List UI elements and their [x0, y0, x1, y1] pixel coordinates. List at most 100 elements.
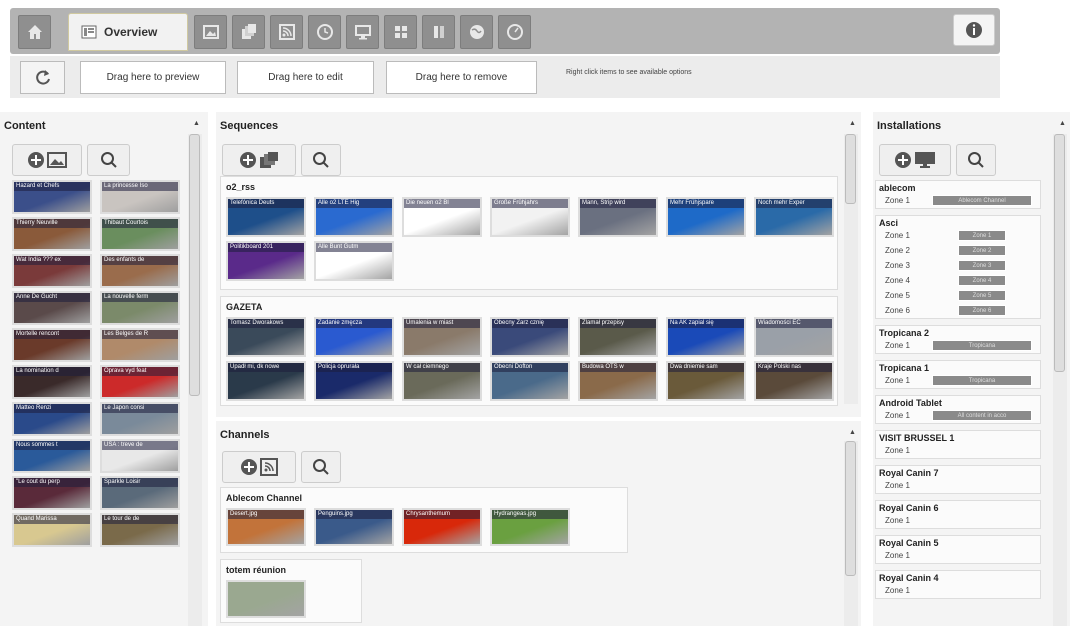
- drag-edit-zone[interactable]: Drag here to edit: [237, 61, 374, 94]
- zone-assignment[interactable]: Zone 3: [958, 260, 1006, 271]
- scroll-up-arrow[interactable]: ▲: [849, 429, 856, 436]
- media-tile[interactable]: [226, 580, 306, 618]
- media-tile[interactable]: Hazard et Chefs: [12, 180, 92, 214]
- zone-assignment[interactable]: Ablecom Channel: [932, 195, 1032, 206]
- media-tile[interactable]: Sparkle Loisir: [100, 476, 180, 510]
- installations-scrollbar[interactable]: [1053, 134, 1067, 626]
- media-tile[interactable]: Obecny Zarz cznię: [490, 317, 570, 357]
- zone-assignment[interactable]: Zone 6: [958, 305, 1006, 316]
- media-tile[interactable]: Thibaut Courtois: [100, 217, 180, 251]
- media-tile[interactable]: Zlamał przepisy: [578, 317, 658, 357]
- media-tile[interactable]: Alle Bunt Gutm: [314, 241, 394, 281]
- add-sequence-button[interactable]: [222, 144, 296, 176]
- media-tile[interactable]: W cał ciemnego: [402, 361, 482, 401]
- media-tile[interactable]: Oprava vyd feat: [100, 365, 180, 399]
- search-channel-button[interactable]: [301, 451, 341, 483]
- installation-item[interactable]: Royal Canin 5 Zone 1: [875, 535, 1041, 564]
- sequence-group[interactable]: GAZETA Tomasz Dworakows Zadanie zmęcza Umal…: [220, 296, 838, 406]
- tab-clock[interactable]: [308, 15, 341, 49]
- channel-group[interactable]: Ablecom Channel Desert.jpg Penguins.jpg Chr…: [220, 487, 628, 553]
- media-tile[interactable]: La nomination d: [12, 365, 92, 399]
- media-tile[interactable]: Wat India ??? ex: [12, 254, 92, 288]
- media-tile[interactable]: Die neuen o2 Bl: [402, 197, 482, 237]
- zone-row[interactable]: Zone 1: [876, 443, 1040, 458]
- zone-assignment[interactable]: All content in acco: [932, 410, 1032, 421]
- zone-row[interactable]: Zone 1 Tropicana: [876, 338, 1040, 353]
- media-tile[interactable]: Nous sommes t: [12, 439, 92, 473]
- media-tile[interactable]: Na AK zapial się: [666, 317, 746, 357]
- installation-item[interactable]: Android Tablet Zone 1 All content in acco: [875, 395, 1041, 424]
- zone-row[interactable]: Zone 1 Ablecom Channel: [876, 193, 1040, 208]
- zone-row[interactable]: Zone 1: [876, 583, 1040, 598]
- media-tile[interactable]: Upadł mi, dk nowe: [226, 361, 306, 401]
- media-tile[interactable]: Mortelle rencont: [12, 328, 92, 362]
- media-tile[interactable]: Thierry Neuville: [12, 217, 92, 251]
- tab-sequences[interactable]: [232, 15, 265, 49]
- media-tile[interactable]: "Le cout du perp: [12, 476, 92, 510]
- channel-group[interactable]: totem réunion: [220, 559, 362, 623]
- media-tile[interactable]: Quand Marissa: [12, 513, 92, 547]
- installation-item[interactable]: Tropicana 1 Zone 1 Tropicana: [875, 360, 1041, 389]
- zone-row[interactable]: Zone 1: [876, 548, 1040, 563]
- tab-schedule[interactable]: [498, 15, 531, 49]
- media-tile[interactable]: Mann, Strip wird: [578, 197, 658, 237]
- scroll-thumb[interactable]: [845, 134, 856, 204]
- drag-preview-zone[interactable]: Drag here to preview: [80, 61, 226, 94]
- channels-scrollbar[interactable]: [844, 441, 858, 626]
- media-tile[interactable]: Wiadomości EC: [754, 317, 834, 357]
- zone-assignment[interactable]: Zone 4: [958, 275, 1006, 286]
- add-content-button[interactable]: [12, 144, 82, 176]
- search-installation-button[interactable]: [956, 144, 996, 176]
- media-tile[interactable]: Le tour de de: [100, 513, 180, 547]
- search-sequence-button[interactable]: [301, 144, 341, 176]
- content-scrollbar[interactable]: [188, 134, 202, 626]
- media-tile[interactable]: Hydrangeas.jpg: [490, 508, 570, 546]
- tab-layout[interactable]: [384, 15, 417, 49]
- search-content-button[interactable]: [87, 144, 130, 176]
- scroll-thumb[interactable]: [845, 441, 856, 576]
- installation-item[interactable]: Royal Canin 7 Zone 1: [875, 465, 1041, 494]
- media-tile[interactable]: Penguins.jpg: [314, 508, 394, 546]
- scroll-up-arrow[interactable]: ▲: [849, 120, 856, 127]
- media-tile[interactable]: Desert.jpg: [226, 508, 306, 546]
- tab-library[interactable]: [422, 15, 455, 49]
- installation-item[interactable]: ablecom Zone 1 Ablecom Channel: [875, 180, 1041, 209]
- media-tile[interactable]: USA : treve de: [100, 439, 180, 473]
- info-button[interactable]: [953, 14, 995, 46]
- installation-item[interactable]: Tropicana 2 Zone 1 Tropicana: [875, 325, 1041, 354]
- zone-assignment[interactable]: Zone 2: [958, 245, 1006, 256]
- sequences-scrollbar[interactable]: [844, 134, 858, 404]
- media-tile[interactable]: Les Belges de R: [100, 328, 180, 362]
- media-tile[interactable]: Mehr Frühjspare: [666, 197, 746, 237]
- media-tile[interactable]: Politikboard 201: [226, 241, 306, 281]
- scroll-up-arrow[interactable]: ▲: [1059, 120, 1066, 127]
- zone-row[interactable]: Zone 1: [876, 513, 1040, 528]
- media-tile[interactable]: Dwa dniemie sam: [666, 361, 746, 401]
- media-tile[interactable]: Policja oprurała: [314, 361, 394, 401]
- zone-row[interactable]: Zone 1 All content in acco: [876, 408, 1040, 423]
- media-tile[interactable]: Alle o2 LTE Hig: [314, 197, 394, 237]
- media-tile[interactable]: Große Frühjahrs: [490, 197, 570, 237]
- media-tile[interactable]: La nouvelle ferm: [100, 291, 180, 325]
- media-tile[interactable]: La princesse Iso: [100, 180, 180, 214]
- zone-row[interactable]: Zone 1: [876, 478, 1040, 493]
- media-tile[interactable]: Matteo Renzi: [12, 402, 92, 436]
- media-tile[interactable]: Telefónica Deuts: [226, 197, 306, 237]
- installation-item[interactable]: VISIT BRUSSEL 1 Zone 1: [875, 430, 1041, 459]
- media-tile[interactable]: Des enfants de: [100, 254, 180, 288]
- tab-home[interactable]: [18, 15, 51, 49]
- media-tile[interactable]: Chrysanthemum: [402, 508, 482, 546]
- installation-item[interactable]: Royal Canin 4 Zone 1: [875, 570, 1041, 599]
- zone-assignment[interactable]: Tropicana: [932, 375, 1032, 386]
- add-channel-button[interactable]: [222, 451, 296, 483]
- zone-row[interactable]: Zone 3 Zone 3: [876, 258, 1040, 273]
- zone-assignment[interactable]: Zone 1: [958, 230, 1006, 241]
- media-tile[interactable]: Kraje Polski nas: [754, 361, 834, 401]
- tab-images[interactable]: [194, 15, 227, 49]
- refresh-button[interactable]: [20, 61, 65, 94]
- media-tile[interactable]: Noch mehr Exper: [754, 197, 834, 237]
- scroll-thumb[interactable]: [1054, 134, 1065, 372]
- zone-row[interactable]: Zone 6 Zone 6: [876, 303, 1040, 318]
- scroll-up-arrow[interactable]: ▲: [193, 120, 200, 127]
- sequence-group[interactable]: o2_rss Telefónica Deuts Alle o2 LTE Hig Die…: [220, 176, 838, 290]
